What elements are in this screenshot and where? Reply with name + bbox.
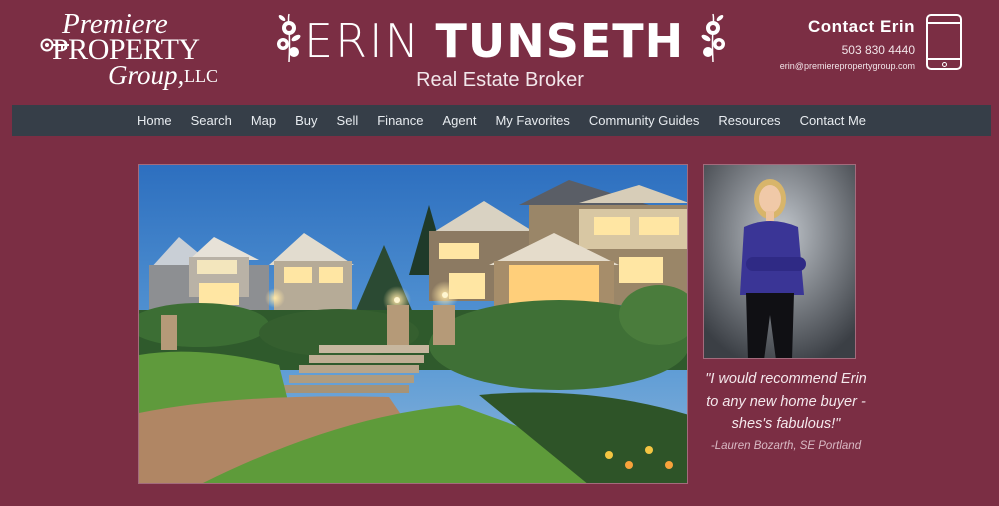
logo-text-group: Group,: [108, 60, 185, 90]
logo-text-llc: LLC: [184, 66, 218, 86]
nav-item-contact-me[interactable]: Contact Me: [790, 105, 875, 136]
agent-first-name: ERIN: [304, 14, 422, 68]
nav-item-resources[interactable]: Resources: [709, 105, 790, 136]
contact-phone[interactable]: 503 830 4440: [780, 43, 915, 57]
agent-title: Real Estate Broker: [416, 69, 584, 91]
company-logo[interactable]: Premiere PROPERTY Group, LLC: [40, 8, 220, 94]
agent-name: ERIN TUNSETH: [304, 10, 684, 71]
nav-item-home[interactable]: Home: [127, 105, 181, 136]
contact-block: Contact Erin 503 830 4440 erin@premierep…: [780, 17, 915, 71]
nav-item-search[interactable]: Search: [181, 105, 241, 136]
smartphone-icon[interactable]: [926, 14, 962, 70]
nav-item-agent[interactable]: Agent: [433, 105, 486, 136]
testimonial-author: -Lauren Bozarth, SE Portland: [710, 440, 862, 452]
hero-house-image: [138, 164, 688, 484]
agent-last-name: TUNSETH: [435, 14, 685, 68]
rose-ornament-icon: [277, 13, 301, 63]
nav-item-buy[interactable]: Buy: [286, 105, 327, 136]
nav-item-sell[interactable]: Sell: [327, 105, 368, 136]
nav-item-map[interactable]: Map: [241, 105, 285, 136]
nav-item-my-favorites[interactable]: My Favorites: [486, 105, 579, 136]
contact-heading[interactable]: Contact Erin: [780, 17, 915, 37]
contact-email[interactable]: erin@premierepropertygroup.com: [780, 61, 915, 71]
nav-item-finance[interactable]: Finance: [368, 105, 433, 136]
rose-ornament-icon: [701, 13, 725, 63]
testimonial-quote: "I would recommend Erin to any new home …: [705, 371, 867, 432]
agent-portrait: [703, 164, 856, 359]
agent-brand: ERIN TUNSETH Real Estate Broker: [270, 6, 730, 96]
nav-item-community-guides[interactable]: Community Guides: [579, 105, 709, 136]
main-nav: Home Search Map Buy Sell Finance Agent M…: [12, 105, 991, 136]
